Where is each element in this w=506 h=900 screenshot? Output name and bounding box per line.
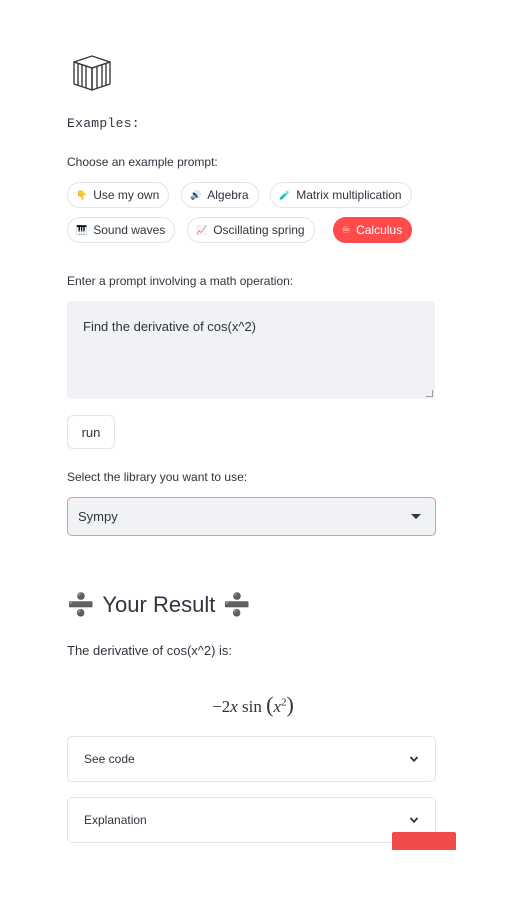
expander-explanation[interactable]: Explanation [67,797,436,843]
library-label: Select the library you want to use: [67,470,248,484]
chevron-down-icon [409,817,419,824]
prompt-value: Find the derivative of cos(x^2) [83,319,257,334]
test-tube-icon: 🧪 [279,189,291,200]
pill-matrix-multiplication[interactable]: 🧪 Matrix multiplication [270,182,412,208]
result-heading: ➗ Your Result ➗ [67,592,251,618]
library-selected-value: Sympy [78,509,118,524]
pill-label: Oscillating spring [213,223,305,237]
division-sign-icon: ➗ [67,592,95,617]
choose-example-label: Choose an example prompt: [67,155,218,169]
cube-logo-icon [73,55,111,91]
prompt-label: Enter a prompt involving a math operatio… [67,274,294,288]
pill-use-my-own[interactable]: 👇 Use my own [67,182,170,208]
formula-coefficient: −2 [212,697,231,716]
library-select[interactable]: Sympy [67,497,436,536]
chevron-down-icon [409,756,419,763]
result-description: The derivative of cos(x^2) is: [67,643,233,658]
pointing-down-icon: 👇 [76,189,88,200]
division-sign-icon: ➗ [223,592,251,617]
pill-label: Sound waves [93,223,166,237]
run-button[interactable]: run [67,415,115,449]
speaker-icon: 🔊 [190,189,202,200]
pill-label: Use my own [93,188,160,202]
formula-variable: x [230,697,238,716]
keyboard-icon: 🎹 [76,224,88,235]
floating-action-button[interactable] [392,832,456,850]
pill-label: Matrix multiplication [296,188,402,202]
result-title-text: Your Result [102,592,216,617]
infinity-icon: ♾ [342,224,351,235]
pill-algebra[interactable]: 🔊 Algebra [181,182,259,208]
prompt-textarea[interactable]: Find the derivative of cos(x^2) [67,301,435,399]
caret-down-icon [411,514,421,519]
pill-oscillating-spring[interactable]: 📈 Oscillating spring [187,217,315,243]
pill-sound-waves[interactable]: 🎹 Sound waves [67,217,176,243]
expander-label: Explanation [84,813,147,827]
pill-label: Algebra [207,188,249,202]
chart-increasing-icon: 📈 [196,224,208,235]
examples-heading: Examples: [67,116,140,131]
formula-function: sin [242,697,262,716]
pill-label: Calculus [356,223,403,237]
formula-variable: x [273,697,282,716]
pill-calculus[interactable]: ♾ Calculus [333,217,413,243]
expander-label: See code [84,752,135,766]
resize-handle-icon[interactable] [426,390,433,397]
result-formula: −2x sin (x2) [212,692,294,717]
expander-see-code[interactable]: See code [67,736,436,782]
